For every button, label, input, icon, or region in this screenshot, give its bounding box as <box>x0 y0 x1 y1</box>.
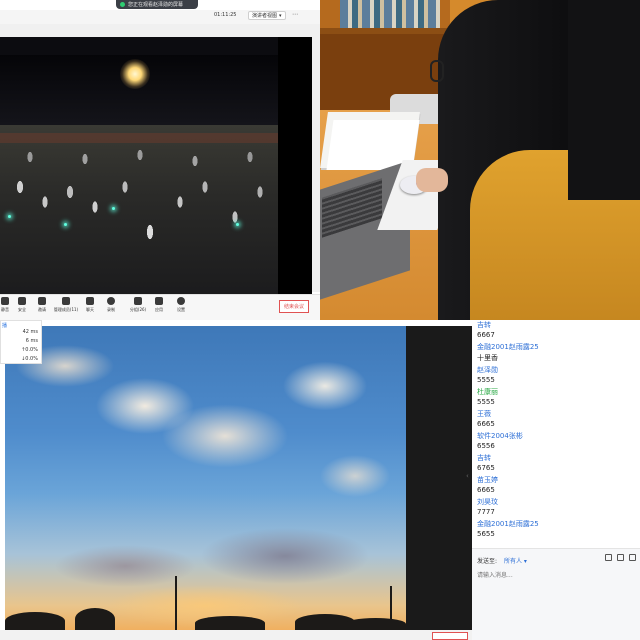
chat-actions <box>605 554 636 561</box>
bottom-toolbar <box>0 630 472 640</box>
download-loss-value: ↓0.0% <box>21 356 38 362</box>
shared-video-sky <box>5 326 406 630</box>
toolbar-apps-button[interactable]: 应用 <box>148 297 170 313</box>
chat-sender: 刘昊玟 <box>477 498 498 506</box>
chat-message: 5655 <box>477 530 495 538</box>
toolbar-settings-button[interactable]: 设置 <box>170 297 192 313</box>
chat-message: 6765 <box>477 464 495 472</box>
toolbar-invite-button[interactable]: 邀请 <box>31 297 53 313</box>
screen-share-text: 您正在观看赵泽勋的屏幕 <box>128 2 184 8</box>
latency-value: 42 ms <box>22 329 38 335</box>
end-meeting-button-partial[interactable] <box>432 632 468 640</box>
end-meeting-button[interactable]: 结束会议 <box>279 300 309 313</box>
screenshot-collage: 您正在观看赵泽勋的屏幕 01:11:25 演讲者视图 ▾ ⋯ 静音 安全 邀请 … <box>0 0 640 640</box>
chat-message: 6556 <box>477 442 495 450</box>
chat-message: 5555 <box>477 376 495 384</box>
microphone-icon <box>1 297 9 305</box>
chat-message: 6665 <box>477 486 495 494</box>
toolbar-label: 管理成员(11) <box>53 307 79 312</box>
toolbar-security-button[interactable]: 安全 <box>11 297 33 313</box>
send-to-dropdown[interactable]: 所有人 ▾ <box>504 556 527 565</box>
chat-compose-area: 发送至: 所有人 ▾ <box>472 548 640 640</box>
folder-icon[interactable] <box>605 554 612 561</box>
chat-sender: 杜康丽 <box>477 388 498 396</box>
chat-sender: 金融2001赵雨露25 <box>477 343 539 351</box>
screen-share-indicator[interactable]: 您正在观看赵泽勋的屏幕 <box>116 0 198 9</box>
chevron-down-icon: ▾ <box>279 12 282 19</box>
toolbar-label: 静音 <box>1 307 9 312</box>
invite-icon <box>38 297 46 305</box>
chat-message: 7777 <box>477 508 495 516</box>
send-to-label: 发送至: <box>477 558 498 565</box>
meeting-window-top-left: 您正在观看赵泽勋的屏幕 01:11:25 演讲者视图 ▾ ⋯ 静音 安全 邀请 … <box>0 0 320 320</box>
chat-icon <box>86 297 94 305</box>
shield-icon <box>18 297 26 305</box>
toolbar-chat-button[interactable]: 聊天 <box>79 297 101 313</box>
chat-panel: 吉转 6667 金融2001赵雨露25 十里香 赵泽勋 5555 杜康丽 555… <box>472 320 640 640</box>
chat-message: 5555 <box>477 398 495 406</box>
file-icon[interactable] <box>617 554 624 561</box>
toolbar-label: 应用 <box>155 307 163 312</box>
view-selector-label: 演讲者视图 <box>252 13 278 19</box>
toolbar-label: 安全 <box>18 307 26 312</box>
chat-sender: 王薇 <box>477 410 491 418</box>
chat-sender: 吉转 <box>477 454 491 462</box>
toolbar-label: 聊天 <box>86 307 94 312</box>
toolbar-members-button[interactable]: 管理成员(11) <box>53 297 79 313</box>
more-options-icon[interactable]: ⋯ <box>292 11 298 18</box>
toolbar-record-button[interactable]: 录制 <box>100 297 122 313</box>
more-icon[interactable] <box>629 554 636 561</box>
gear-icon <box>177 297 185 305</box>
chat-input[interactable] <box>477 568 633 582</box>
toolbar-breakout-button[interactable]: 分组(26) <box>127 297 149 313</box>
meeting-window-bottom-left: 播 42 ms 6 ms ↑0.0% ↓0.0% ‹ <box>0 320 472 640</box>
collapse-panel-icon[interactable]: ‹ <box>466 472 469 480</box>
chat-sender: 吉转 <box>477 321 491 329</box>
jitter-value: 6 ms <box>25 338 38 344</box>
view-selector[interactable]: 演讲者视图 ▾ <box>248 11 286 20</box>
stats-corner-label: 播 <box>2 323 8 329</box>
record-icon <box>107 297 115 305</box>
chat-message-list[interactable]: 吉转 6667 金融2001赵雨露25 十里香 赵泽勋 5555 杜康丽 555… <box>472 320 640 548</box>
chat-sender: 苗玉婷 <box>477 476 498 484</box>
meeting-toolbar: 静音 安全 邀请 管理成员(11) 聊天 录制 分组(26) 应用 设置 <box>0 294 320 320</box>
toolbar-label: 录制 <box>107 307 115 312</box>
meeting-timer: 01:11:25 <box>214 12 237 18</box>
chat-sender: 金融2001赵雨露25 <box>477 520 539 528</box>
toolbar-label: 设置 <box>177 307 185 312</box>
share-status-icon <box>120 2 125 7</box>
breakout-icon <box>134 297 142 305</box>
upload-loss-value: ↑0.0% <box>21 347 38 353</box>
shared-video-night-crowd <box>0 37 312 294</box>
toolbar-label: 分组(26) <box>129 307 147 312</box>
webcam-photo-desk <box>320 0 640 320</box>
network-stats-panel: 播 42 ms 6 ms ↑0.0% ↓0.0% <box>0 320 42 364</box>
members-icon <box>62 297 70 305</box>
chat-message: 6665 <box>477 420 495 428</box>
toolbar-label: 邀请 <box>38 307 46 312</box>
chat-sender: 软件2004张彬 <box>477 432 523 440</box>
chat-sender: 赵泽勋 <box>477 366 498 374</box>
video-side-panel <box>406 326 472 630</box>
apps-icon <box>155 297 163 305</box>
chat-message: 6667 <box>477 331 495 339</box>
chat-message: 十里香 <box>477 354 498 362</box>
